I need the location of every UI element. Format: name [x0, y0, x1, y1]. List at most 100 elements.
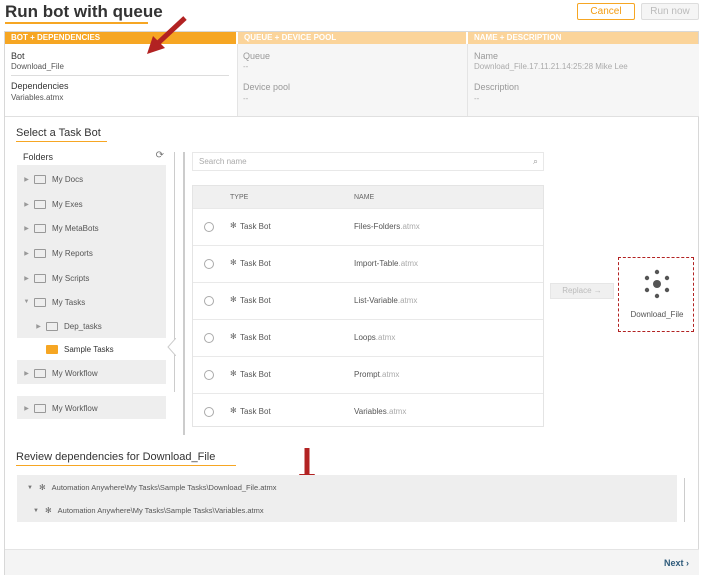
tree-item-my-reports[interactable]: ▶ My Reports: [17, 242, 166, 264]
bot-icon: ✻: [230, 332, 237, 341]
table-divider: [183, 152, 185, 435]
run-now-button[interactable]: Run now: [641, 3, 699, 20]
row-name: Prompt.atmx: [354, 370, 400, 379]
bot-table: TYPE NAME ✻ Task Bot Files-Folders.atmx …: [192, 185, 544, 427]
dependency-item[interactable]: ▼ ✻ Automation Anywhere\My Tasks\Sample …: [33, 506, 264, 515]
bot-icon: ✻: [230, 221, 237, 230]
table-row[interactable]: ✻ Task Bot Variables.atmx: [193, 393, 543, 426]
table-row[interactable]: ✻ Task Bot List-Variable.atmx: [193, 282, 543, 319]
folder-icon: [34, 223, 46, 233]
row-type: Task Bot: [240, 222, 271, 231]
folder-icon: [34, 297, 46, 307]
description-label: Description: [474, 82, 520, 92]
selected-bot-card[interactable]: Download_File: [618, 257, 694, 332]
queue-panel: [237, 44, 467, 116]
refresh-icon[interactable]: ⟳: [156, 150, 164, 161]
bot-icon: ✻: [230, 295, 237, 304]
bot-icon: ✻: [230, 369, 237, 378]
row-type: Task Bot: [240, 296, 271, 305]
caret-down-icon[interactable]: ▼: [27, 485, 33, 491]
title-underline: [5, 22, 148, 24]
queue-label: Queue: [243, 51, 271, 61]
tree-item-my-metabots[interactable]: ▶ My MetaBots: [17, 217, 166, 239]
description-value: --: [474, 94, 480, 103]
next-button[interactable]: Next ›: [664, 558, 689, 568]
wizard-footer: Next ›: [5, 549, 699, 575]
step-queue-device-pool[interactable]: QUEUE + DEVICE POOL: [238, 32, 466, 44]
column-type[interactable]: TYPE: [230, 194, 248, 201]
selected-bot-name: Download_File: [630, 310, 684, 319]
folder-icon: [34, 199, 46, 209]
column-name[interactable]: NAME: [354, 194, 374, 201]
bot-value: Download_File: [11, 62, 64, 71]
bot-icon: ✻: [44, 506, 52, 515]
caret-down-icon[interactable]: ▼: [33, 508, 39, 514]
tree-item-sample-tasks[interactable]: Sample Tasks: [17, 338, 166, 360]
tree-item-label: My MetaBots: [52, 223, 99, 233]
tree-item-label: My Workflow: [52, 403, 98, 413]
bot-icon: ✻: [230, 258, 237, 267]
review-dependencies-title: Review dependencies for Download_File: [16, 451, 216, 463]
row-radio[interactable]: [204, 370, 214, 380]
tree-item-my-workflow-2[interactable]: ▶ My Workflow: [17, 397, 166, 419]
device-pool-value: --: [243, 94, 249, 103]
bot-icon: ✻: [230, 406, 237, 415]
row-name: Variables.atmx: [354, 407, 407, 416]
bot-icon: ✻: [38, 483, 46, 492]
tree-item-label: My Scripts: [52, 273, 90, 283]
table-row[interactable]: ✻ Task Bot Prompt.atmx: [193, 356, 543, 393]
folder-icon: [34, 174, 46, 184]
folder-icon: [34, 248, 46, 258]
table-row[interactable]: ✻ Task Bot Files-Folders.atmx: [193, 208, 543, 245]
search-box[interactable]: ⌕: [192, 152, 544, 171]
tree-item-my-exes[interactable]: ▶ My Exes: [17, 193, 166, 215]
red-arrow-icon: [147, 16, 187, 54]
bot-label: Bot: [11, 51, 25, 61]
tree-item-my-docs[interactable]: ▶ My Docs: [17, 168, 166, 190]
tree-item-my-tasks[interactable]: ▼ My Tasks: [17, 291, 166, 313]
tree-item-label: Dep_tasks: [64, 321, 102, 331]
caret-right-icon[interactable]: ▶: [21, 405, 32, 412]
step-bot-dependencies[interactable]: BOT + DEPENDENCIES: [5, 32, 236, 44]
folder-icon: [34, 273, 46, 283]
selection-notch: [167, 338, 176, 356]
tree-item-dep-tasks[interactable]: ▶ Dep_tasks: [17, 315, 166, 337]
dependency-item[interactable]: ▼ ✻ Automation Anywhere\My Tasks\Sample …: [27, 483, 276, 492]
dependency-scrollbar[interactable]: [684, 478, 685, 522]
row-name: Import-Table.atmx: [354, 259, 419, 268]
row-radio[interactable]: [204, 333, 214, 343]
row-radio[interactable]: [204, 259, 214, 269]
table-row[interactable]: ✻ Task Bot Loops.atmx: [193, 319, 543, 356]
cancel-button[interactable]: Cancel: [577, 3, 635, 20]
page-title: Run bot with queue: [5, 2, 163, 21]
folders-header: Folders ⟳: [17, 149, 166, 165]
tree-item-label: My Workflow: [52, 368, 98, 378]
name-label: Name: [474, 51, 499, 61]
row-radio[interactable]: [204, 296, 214, 306]
caret-right-icon[interactable]: ▶: [21, 176, 32, 183]
caret-right-icon[interactable]: ▶: [33, 323, 44, 330]
tree-item-my-workflow[interactable]: ▶ My Workflow: [17, 362, 166, 384]
row-name: Loops.atmx: [354, 333, 396, 342]
search-icon[interactable]: ⌕: [533, 156, 538, 167]
name-value: Download_File.17.11.21.14:25:28 Mike Lee: [474, 62, 628, 71]
replace-button[interactable]: Replace →: [550, 283, 614, 299]
caret-right-icon[interactable]: ▶: [21, 225, 32, 232]
search-input[interactable]: [199, 157, 519, 166]
caret-right-icon[interactable]: ▶: [21, 201, 32, 208]
step-name-description[interactable]: NAME + DESCRIPTION: [468, 32, 698, 44]
row-radio[interactable]: [204, 407, 214, 417]
tree-item-label: My Docs: [52, 174, 84, 184]
row-type: Task Bot: [240, 259, 271, 268]
tree-item-label: My Tasks: [52, 297, 86, 307]
name-panel: [467, 44, 699, 116]
caret-right-icon[interactable]: ▶: [21, 275, 32, 282]
table-header: TYPE NAME: [193, 186, 543, 208]
summary-divider: [5, 116, 699, 117]
caret-right-icon[interactable]: ▶: [21, 250, 32, 257]
caret-down-icon[interactable]: ▼: [21, 299, 32, 305]
tree-item-my-scripts[interactable]: ▶ My Scripts: [17, 267, 166, 289]
caret-right-icon[interactable]: ▶: [21, 370, 32, 377]
table-row[interactable]: ✻ Task Bot Import-Table.atmx: [193, 245, 543, 282]
row-radio[interactable]: [204, 222, 214, 232]
